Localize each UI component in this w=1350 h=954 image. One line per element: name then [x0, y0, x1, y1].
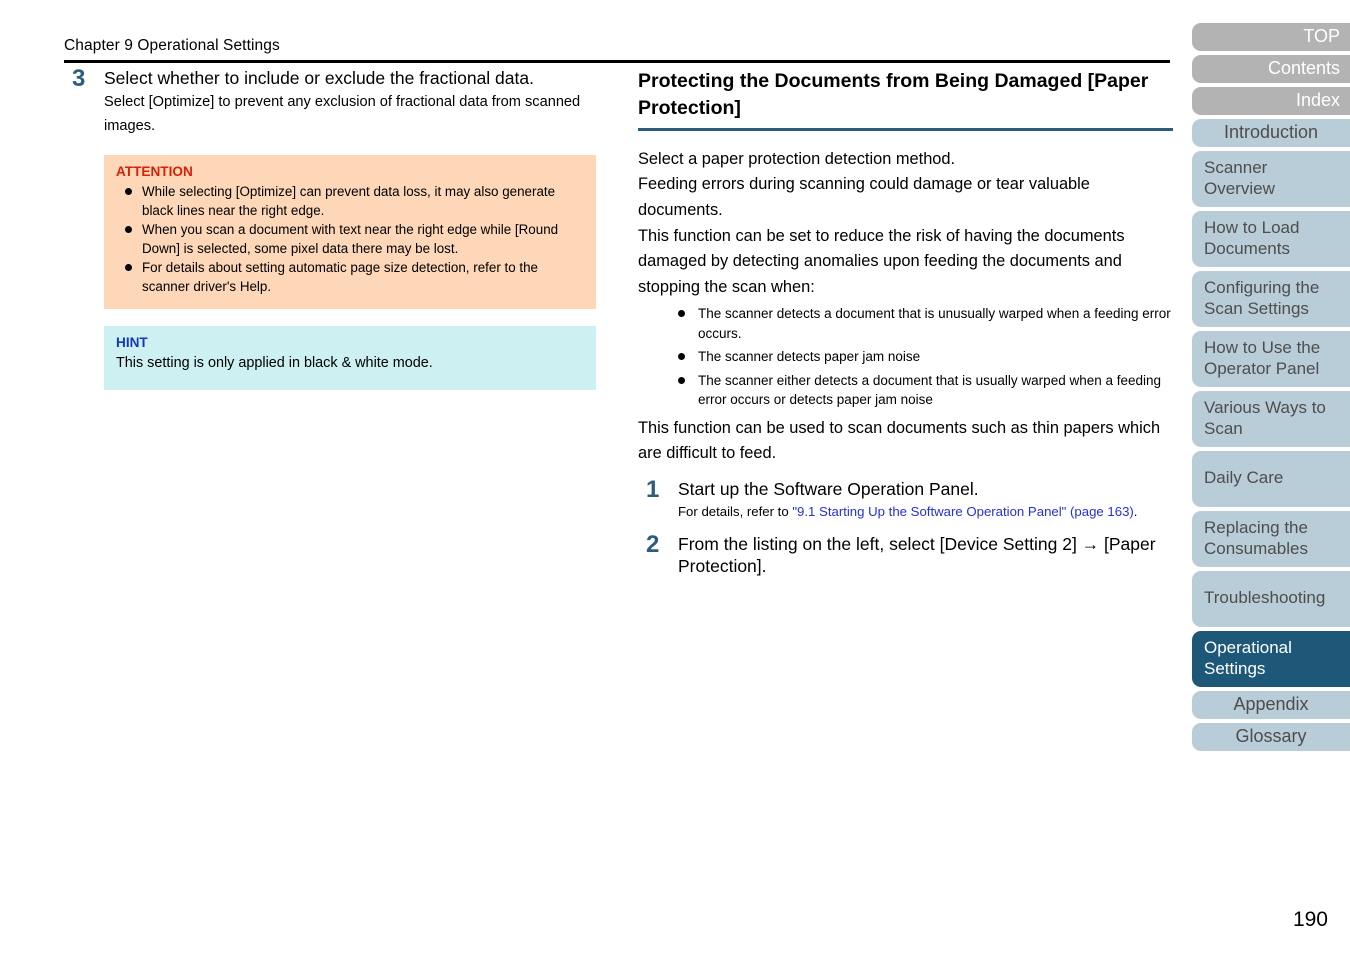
list-item: While selecting [Optimize] can prevent d… — [116, 182, 584, 220]
hint-title: HINT — [116, 335, 148, 351]
left-column: 3 Select whether to include or exclude t… — [64, 65, 604, 396]
page-number: 190 — [1292, 908, 1328, 931]
attention-title: ATTENTION — [116, 164, 193, 180]
procedure-steps: 1 Start up the Software Operation Panel.… — [638, 475, 1173, 578]
sidebar-item-daily-care[interactable]: Daily Care — [1192, 450, 1350, 507]
sidebar-item-replacing-the-consumables[interactable]: Replacing the Consumables — [1192, 510, 1350, 567]
step-2: 2 From the listing on the left, select [… — [638, 531, 1173, 578]
intro-paragraph: Feeding errors during scanning could dam… — [638, 175, 1090, 219]
step-title: Start up the Software Operation Panel. — [678, 478, 979, 499]
step-detail: For details, refer to "9.1 Starting Up t… — [678, 503, 1173, 521]
section-heading: Protecting the Documents from Being Dama… — [638, 70, 1149, 119]
step-detail-prefix: For details, refer to — [678, 503, 793, 519]
document-page: Chapter 9 Operational Settings 3 Select … — [0, 0, 1350, 954]
right-column: Protecting the Documents from Being Dama… — [638, 68, 1173, 584]
list-item: The scanner detects a document that is u… — [672, 304, 1173, 343]
sidebar-item-how-to-load-documents[interactable]: How to Load Documents — [1192, 210, 1350, 267]
sidebar-item-introduction[interactable]: Introduction — [1192, 118, 1350, 147]
sidebar-navigation: TOP Contents Index Introduction Scanner … — [1192, 23, 1350, 755]
list-item: The scanner either detects a document th… — [672, 371, 1173, 410]
intro-paragraph: This function can be set to reduce the r… — [638, 226, 1125, 296]
step-detail-suffix: . — [1133, 503, 1138, 519]
list-item: The scanner detects paper jam noise — [672, 347, 1173, 366]
closing-paragraph: This function can be used to scan docume… — [638, 418, 1161, 463]
list-item: When you scan a document with text near … — [116, 220, 584, 258]
step-body: Select [Optimize] to prevent any exclusi… — [104, 93, 581, 134]
sidebar-item-various-ways-to-scan[interactable]: Various Ways to Scan — [1192, 390, 1350, 447]
step-title: Select whether to include or exclude the… — [104, 68, 534, 88]
cross-reference-link[interactable]: "9.1 Starting Up the Software Operation … — [792, 504, 1133, 519]
attention-callout: ATTENTION While selecting [Optimize] can… — [104, 155, 596, 310]
header-divider — [64, 60, 1170, 63]
step-number: 1 — [646, 475, 660, 503]
chapter-header: Chapter 9 Operational Settings — [64, 37, 280, 54]
sidebar-item-configuring-the-scan-settings[interactable]: Configuring the Scan Settings — [1192, 270, 1350, 327]
hint-text: This setting is only applied in black & … — [116, 355, 433, 372]
sidebar-item-scanner-overview[interactable]: Scanner Overview — [1192, 150, 1350, 207]
sidebar-item-operational-settings[interactable]: Operational Settings — [1192, 630, 1350, 687]
step-number: 2 — [646, 531, 660, 559]
sidebar-item-glossary[interactable]: Glossary — [1192, 722, 1350, 751]
step-1: 1 Start up the Software Operation Panel.… — [638, 475, 1173, 521]
sidebar-item-appendix[interactable]: Appendix — [1192, 690, 1350, 719]
sidebar-item-top[interactable]: TOP — [1192, 23, 1350, 51]
list-item: For details about setting automatic page… — [116, 258, 584, 296]
sidebar-item-index[interactable]: Index — [1192, 86, 1350, 115]
section-heading-divider — [638, 127, 1173, 131]
step-3: 3 Select whether to include or exclude t… — [64, 65, 604, 390]
step-number: 3 — [72, 65, 86, 92]
attention-list: While selecting [Optimize] can prevent d… — [116, 182, 584, 296]
sidebar-item-troubleshooting[interactable]: Troubleshooting — [1192, 570, 1350, 627]
sidebar-item-contents[interactable]: Contents — [1192, 54, 1350, 83]
sidebar-item-how-to-use-the-operator-panel[interactable]: How to Use the Operator Panel — [1192, 330, 1350, 387]
intro-paragraph: Select a paper protection detection meth… — [638, 149, 956, 168]
step-title: From the listing on the left, select [De… — [678, 534, 1156, 577]
hint-callout: HINT This setting is only applied in bla… — [104, 326, 596, 390]
detection-conditions-list: The scanner detects a document that is u… — [638, 304, 1173, 409]
